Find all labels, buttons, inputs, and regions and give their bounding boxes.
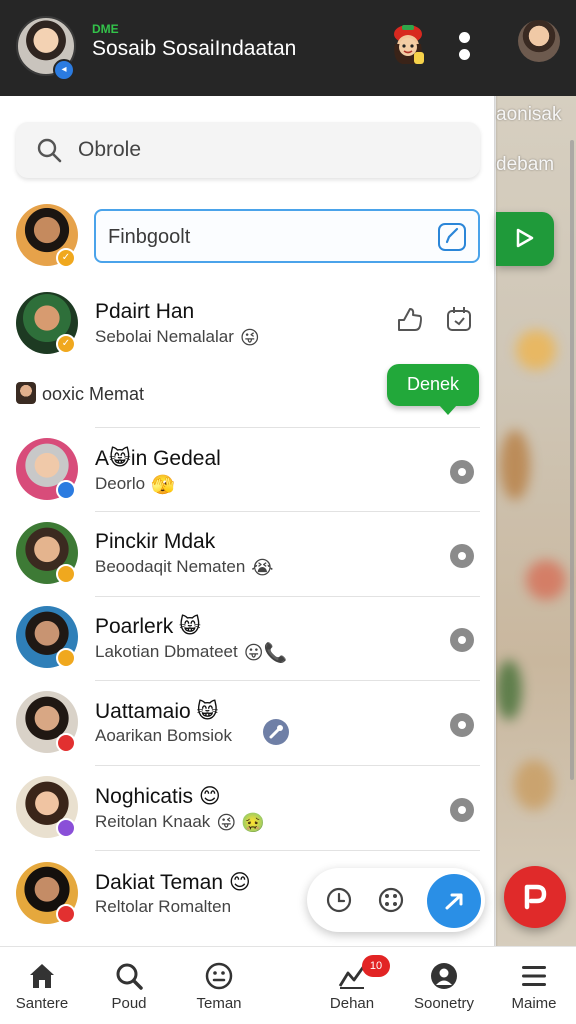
status-badge xyxy=(56,480,76,500)
nav-label: Teman xyxy=(196,995,242,1012)
chat-name: Dakiat Teman 😊 xyxy=(95,871,251,894)
chat-preview: Reltolar Romalten xyxy=(95,897,237,917)
pen-icon xyxy=(524,884,547,910)
chat-preview-text: Beoodaqit Nematen xyxy=(95,557,246,576)
home-icon xyxy=(30,964,54,988)
send-icon xyxy=(445,893,463,910)
chat-preview-text: Aoarikan Bomsiok xyxy=(95,726,233,745)
status-badge xyxy=(56,564,76,584)
chat-row[interactable]: Noghicatis 😊 Reitolan Knaak 😜 🤢 xyxy=(0,766,496,850)
verified-badge-icon: ✓ xyxy=(56,334,76,354)
nav-item-friends[interactable]: Teman xyxy=(174,947,264,1024)
profile-icon xyxy=(431,963,457,989)
chat-row[interactable]: A😸in Gedeal Deorlo 🫣 xyxy=(0,428,496,512)
unread-indicator-icon xyxy=(450,798,474,822)
background-text: aonisak xyxy=(496,104,562,125)
status-badge xyxy=(56,648,76,668)
nav-item-activity[interactable]: 10 Dehan xyxy=(307,947,397,1024)
chat-preview-text: Reitolan Knaak xyxy=(95,812,211,831)
play-icon xyxy=(516,228,534,248)
calendar-icon[interactable] xyxy=(444,304,474,334)
smiley-icon xyxy=(205,962,233,990)
emoji: 😛📞 xyxy=(243,643,288,664)
chat-name: Poarlerk 😸 xyxy=(95,615,201,638)
emoji: 😭 xyxy=(251,558,274,579)
chat-preview: Aoarikan Bomsiok xyxy=(95,726,238,746)
nav-item-profile[interactable]: Soonetry xyxy=(399,947,489,1024)
chat-row[interactable]: Pinckir Mdak Beoodaqit Nematen 😭 xyxy=(0,512,496,596)
status-badge xyxy=(56,904,76,924)
chat-preview-text: Reltolar Romalten xyxy=(95,897,232,916)
avatar xyxy=(16,382,36,404)
emoji: 😜 xyxy=(239,328,260,349)
quick-actions-bar xyxy=(307,868,485,932)
unread-indicator-icon xyxy=(450,713,474,737)
search-icon xyxy=(116,963,143,990)
emoji: 🫣 xyxy=(151,475,175,496)
search-icon xyxy=(37,138,62,163)
section-header: ooxic Memat xyxy=(16,382,144,410)
chat-preview: Sebolai Nemalalar 😜 xyxy=(95,327,260,350)
chat-preview: Reitolan Knaak 😜 🤢 xyxy=(95,811,265,835)
emoji: 😜 🤢 xyxy=(216,813,266,834)
background-app xyxy=(496,0,576,946)
edit-icon[interactable] xyxy=(438,223,466,251)
compose-input[interactable]: Finbgoolt xyxy=(94,209,480,263)
status-badge xyxy=(56,733,76,753)
nav-item-menu[interactable]: Maime xyxy=(489,947,576,1024)
chat-name: Pinckir Mdak xyxy=(95,530,216,553)
chat-preview: Beoodaqit Nematen 😭 xyxy=(95,557,273,580)
header-title: Sosaib SosaiIndaatan xyxy=(92,37,297,60)
scrollbar[interactable] xyxy=(570,140,574,780)
compose-placeholder: Finbgoolt xyxy=(108,226,191,248)
search-placeholder: Obrole xyxy=(78,138,142,161)
verified-badge-icon: ✓ xyxy=(56,248,76,268)
nav-label: Maime xyxy=(511,995,557,1012)
sticker-icon[interactable] xyxy=(388,22,428,68)
unread-indicator-icon xyxy=(450,460,474,484)
bottom-navigation: Santere Poud Teman 10 Dehan Soonetry Mai… xyxy=(0,946,576,1024)
menu-icon xyxy=(522,966,546,986)
search-bar[interactable]: Obrole xyxy=(16,122,480,178)
microphone-icon[interactable] xyxy=(262,718,290,746)
header-status-label: DME xyxy=(92,22,119,36)
chat-row-pinned[interactable]: ✓ Pdairt Han Sebolai Nemalalar 😜 xyxy=(0,282,496,366)
background-avatar[interactable] xyxy=(518,20,560,62)
nav-label: Santere xyxy=(15,995,69,1012)
send-button[interactable] xyxy=(427,874,481,928)
unread-indicator-icon xyxy=(450,628,474,652)
chat-preview-text: Deorlo xyxy=(95,474,146,493)
background-send-button[interactable] xyxy=(496,212,554,266)
chat-name: Uattamaio 😸 xyxy=(95,700,219,723)
apps-icon[interactable] xyxy=(377,886,405,914)
app-header: ◂ DME Sosaib SosaiIndaatan xyxy=(0,0,496,96)
section-label: ooxic Memat xyxy=(42,384,145,404)
chat-preview: Deorlo 🫣 xyxy=(95,473,175,497)
thumbs-up-icon[interactable] xyxy=(394,304,424,334)
divider xyxy=(95,850,480,851)
unread-indicator-icon xyxy=(450,544,474,568)
chat-name: Pdairt Han xyxy=(95,300,195,323)
nav-item-search[interactable]: Poud xyxy=(84,947,174,1024)
clock-icon[interactable] xyxy=(325,886,353,914)
nav-label: Dehan xyxy=(329,995,375,1012)
chat-preview: Lakotian Dbmateet 😛📞 xyxy=(95,641,287,665)
action-bubble-button[interactable]: Denek xyxy=(387,364,479,415)
voice-badge-icon: ◂ xyxy=(53,59,75,81)
chat-preview-text: Sebolai Nemalalar xyxy=(95,327,234,346)
new-post-fab-button[interactable] xyxy=(504,866,566,928)
background-text: debam xyxy=(496,154,555,175)
nav-label: Poud xyxy=(111,995,147,1012)
nav-item-home[interactable]: Santere xyxy=(0,947,87,1024)
kebab-menu-button[interactable] xyxy=(450,30,478,66)
chat-row[interactable]: Uattamaio 😸 Aoarikan Bomsiok xyxy=(0,681,496,765)
notification-badge: 10 xyxy=(362,955,390,977)
status-badge xyxy=(56,818,76,838)
chat-row[interactable]: Poarlerk 😸 Lakotian Dbmateet 😛📞 xyxy=(0,596,496,680)
nav-label: Soonetry xyxy=(413,995,475,1012)
chat-name: Noghicatis 😊 xyxy=(95,785,221,808)
chat-name: A😸in Gedeal xyxy=(95,447,221,470)
chat-preview-text: Lakotian Dbmateet xyxy=(95,642,238,661)
